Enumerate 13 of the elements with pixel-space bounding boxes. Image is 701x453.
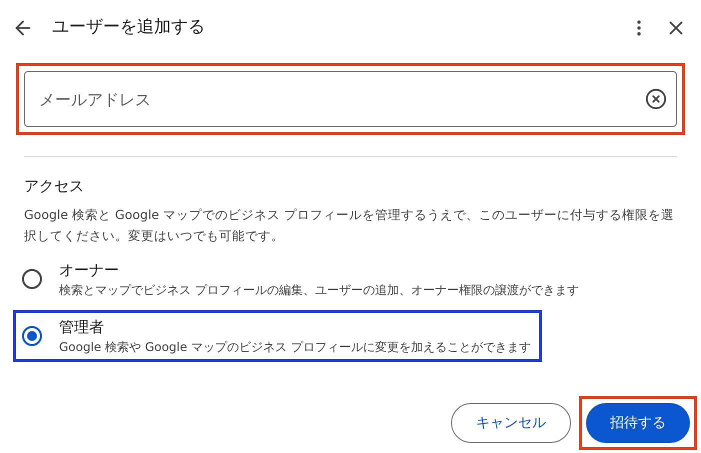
invite-button[interactable]: 招待する bbox=[586, 403, 690, 443]
cancel-button[interactable]: キャンセル bbox=[451, 403, 571, 443]
clear-icon[interactable] bbox=[645, 88, 667, 110]
role-description: 検索とマップでビジネス プロフィールの編集、ユーザーの追加、オーナー権限の譲渡ができます bbox=[59, 282, 579, 298]
access-description: Google 検索と Google マップでのビジネス プロフィールを管理するうえで、このユーザーに付与する権限を選択してください。変更はいつでも可能です。 bbox=[24, 206, 676, 244]
radio-button[interactable] bbox=[22, 268, 42, 288]
email-field[interactable]: メールアドレス bbox=[24, 71, 677, 127]
role-label: オーナー bbox=[59, 260, 120, 280]
dialog-title: ユーザーを追加する bbox=[52, 16, 205, 40]
role-description: Google 検索や Google マップのビジネス プロフィールに変更を加えることができます bbox=[59, 338, 531, 356]
radio-button[interactable] bbox=[22, 326, 42, 346]
role-label: 管理者 bbox=[59, 316, 105, 338]
access-heading: アクセス bbox=[24, 176, 85, 197]
